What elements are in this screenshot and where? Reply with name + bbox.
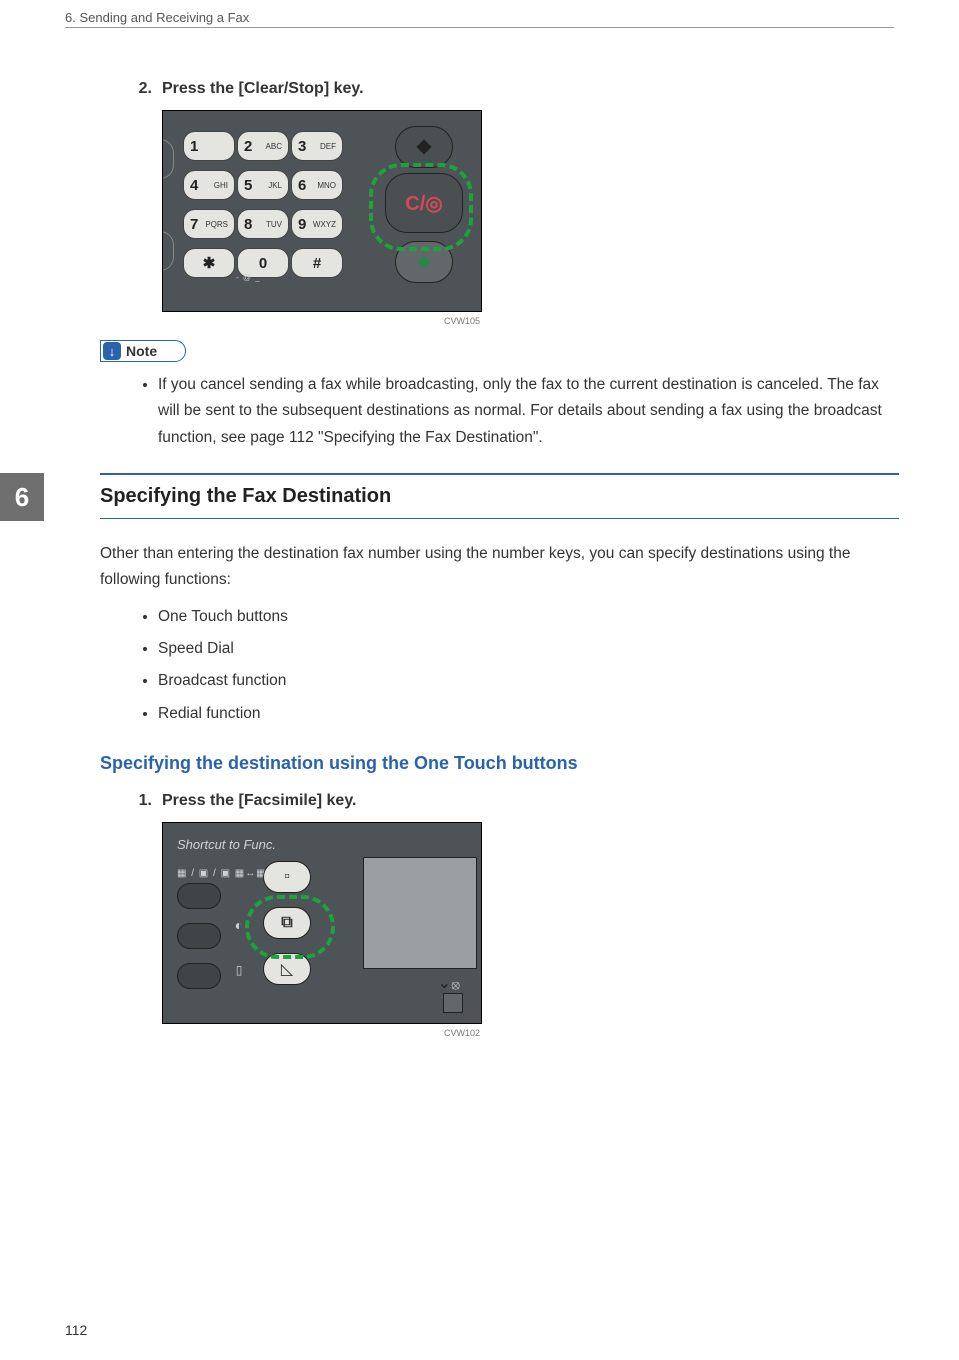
subheading: Specifying the destination using the One…: [100, 753, 899, 774]
chevron-down-icon: ⌄: [438, 973, 451, 993]
key-9[interactable]: 9WXYZ: [291, 209, 343, 239]
chapter-tab: 6: [0, 473, 44, 521]
step-1: 1. Press the [Facsimile] key.: [130, 792, 899, 810]
numeric-keypad: 1 2ABC 3DEF 4GHI 5JKL 6MNO 7PQRS 8TUV 9W…: [183, 131, 343, 278]
intro-paragraph: Other than entering the destination fax …: [100, 541, 899, 594]
page-number: 112: [65, 1322, 87, 1338]
step-1-num: 1.: [130, 792, 152, 810]
start-diamond-icon: [416, 254, 432, 270]
note-item: If you cancel sending a fax while broadc…: [158, 372, 899, 451]
indicator-light: [443, 993, 463, 1013]
function-item: One Touch buttons: [158, 604, 899, 630]
copy-key[interactable]: ▫: [263, 861, 311, 893]
key-6[interactable]: 6MNO: [291, 170, 343, 200]
lcd-screen: [363, 857, 477, 969]
shortcut-button-1[interactable]: [177, 883, 221, 909]
density-icon: ◐: [229, 917, 249, 933]
figure-panel-caption: CVW102: [162, 1028, 480, 1038]
panel-edge-tab: [162, 139, 174, 179]
figure-keypad-caption: CVW105: [162, 316, 480, 326]
step-1-text: Press the [Facsimile] key.: [162, 792, 356, 810]
copy-icon: ▫: [284, 868, 290, 886]
start-key[interactable]: [395, 241, 453, 283]
panel-edge-tab: [162, 231, 174, 271]
clear-stop-label: C/◎: [405, 191, 442, 216]
key-hash[interactable]: #: [291, 248, 343, 278]
figure-keypad: 1 2ABC 3DEF 4GHI 5JKL 6MNO 7PQRS 8TUV 9W…: [162, 110, 899, 312]
note-header: ↓ Note: [100, 340, 186, 362]
function-list: One Touch buttons Speed Dial Broadcast f…: [100, 604, 899, 727]
note-list: If you cancel sending a fax while broadc…: [100, 372, 899, 451]
facsimile-key[interactable]: ⧉: [263, 907, 311, 939]
note-down-arrow-icon: ↓: [103, 342, 121, 360]
step-2-num: 2.: [130, 80, 152, 98]
fax-icon: ⧉: [281, 914, 292, 932]
note-label: Note: [126, 343, 157, 359]
clear-stop-key[interactable]: C/◎: [385, 173, 463, 233]
id-copy-icon-row: ▦ / ▣ / ▣ ▦↔▦: [177, 868, 267, 879]
key-7[interactable]: 7PQRS: [183, 209, 235, 239]
function-item: Speed Dial: [158, 636, 899, 662]
running-head: 6. Sending and Receiving a Fax: [65, 10, 894, 28]
diamond-icon: [415, 138, 433, 156]
scanner-key[interactable]: ◺: [263, 953, 311, 985]
section-title: Specifying the Fax Destination: [100, 485, 899, 508]
key-1[interactable]: 1: [183, 131, 235, 161]
key-3[interactable]: 3DEF: [291, 131, 343, 161]
step-2: 2. Press the [Clear/Stop] key.: [130, 80, 899, 98]
section-heading: 6 Specifying the Fax Destination: [100, 473, 899, 519]
key-2[interactable]: 2ABC: [237, 131, 289, 161]
function-item: Broadcast function: [158, 668, 899, 694]
stop-key-icon[interactable]: [395, 126, 453, 168]
shortcut-button-2[interactable]: [177, 923, 221, 949]
key-4[interactable]: 4GHI: [183, 170, 235, 200]
scan-icon: ◺: [281, 959, 293, 979]
paper-icon: ▯: [229, 963, 249, 977]
key-star[interactable]: ✱: [183, 248, 235, 278]
key-8[interactable]: 8TUV: [237, 209, 289, 239]
shortcut-button-3[interactable]: [177, 963, 221, 989]
key-0-sublabel: - @ _: [236, 273, 261, 282]
lock-icon: ⦻: [451, 977, 460, 993]
step-2-text: Press the [Clear/Stop] key.: [162, 80, 364, 98]
function-item: Redial function: [158, 701, 899, 727]
figure-control-panel: Shortcut to Func. ▦ / ▣ / ▣ ▦↔▦ ◐ ▯ ▫ ⧉ …: [162, 822, 899, 1024]
key-5[interactable]: 5JKL: [237, 170, 289, 200]
shortcut-label: Shortcut to Func.: [177, 837, 276, 852]
